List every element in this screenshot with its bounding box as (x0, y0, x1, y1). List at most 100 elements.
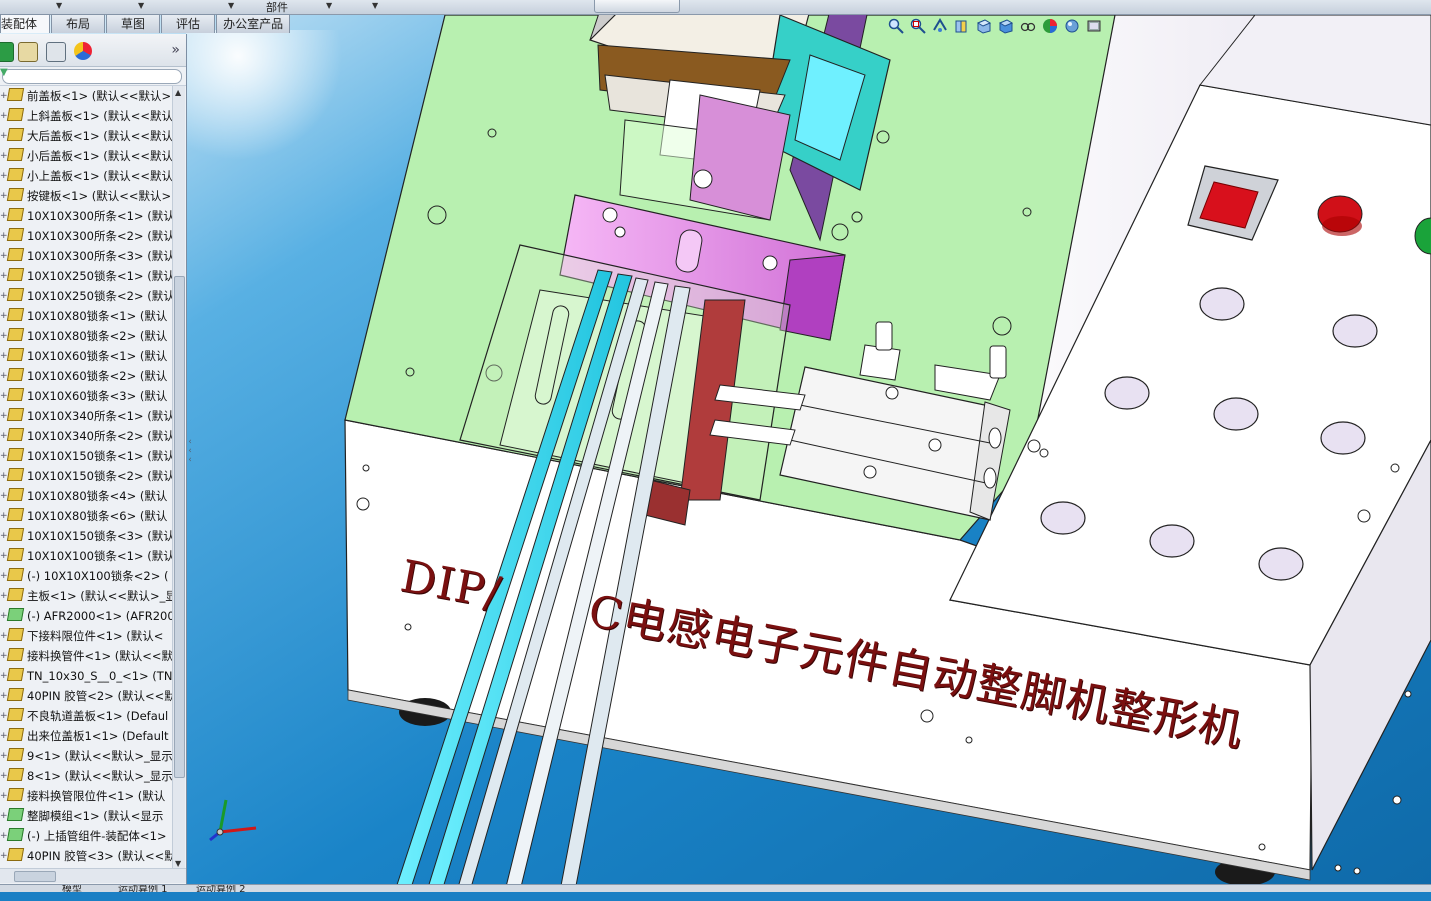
tree-item[interactable]: +10X10X60锁条<2> (默认 (0, 366, 172, 386)
tree-item[interactable]: +9<1> (默认<<默认>_显示 (0, 746, 172, 766)
tree-item[interactable]: + (-) 10X10X100锁条<2> ( (0, 566, 172, 586)
tree-item[interactable]: + (-) 上插管组件-装配体<1> (0, 826, 172, 846)
parts-menu-label[interactable]: 部件 (266, 0, 288, 15)
expand-icon[interactable]: + (0, 766, 8, 786)
tree-item[interactable]: + 下接料限位件<1> (默认< (0, 626, 172, 646)
tree-item[interactable]: +10X10X80锁条<6> (默认 (0, 506, 172, 526)
tree-item[interactable]: +10X10X250锁条<2> (默认 (0, 286, 172, 306)
display-style-icon[interactable] (998, 18, 1014, 34)
tree-item[interactable]: +10X10X340所条<1> (默认 (0, 406, 172, 426)
tree-item[interactable]: + 上斜盖板<1> (默认<<默认 (0, 106, 172, 126)
expand-icon[interactable]: + (0, 366, 8, 386)
expand-icon[interactable]: + (0, 706, 8, 726)
tree-item[interactable]: +10X10X80锁条<2> (默认 (0, 326, 172, 346)
expand-icon[interactable]: + (0, 686, 8, 706)
section-view-icon[interactable] (954, 18, 970, 34)
expand-icon[interactable]: + (0, 166, 8, 186)
scroll-thumb[interactable] (174, 276, 185, 778)
expand-icon[interactable]: + (0, 106, 8, 126)
tree-item[interactable]: +10X10X80锁条<1> (默认 (0, 306, 172, 326)
tree-item[interactable]: +40PIN 胶管<3> (默认<<默 (0, 846, 172, 866)
scroll-up-arrow-icon[interactable]: ▲ (175, 88, 181, 97)
tree-item[interactable]: + 出来位盖板1<1> (Default (0, 726, 172, 746)
expand-icon[interactable]: + (0, 306, 8, 326)
tree-item[interactable]: +10X10X150锁条<1> (默认 (0, 446, 172, 466)
tree-item[interactable]: + 前盖板<1> (默认<<默认> (0, 86, 172, 106)
panel-expand-chevron-icon[interactable]: » (171, 42, 180, 58)
expand-icon[interactable]: + (0, 346, 8, 366)
tree-item[interactable]: + 小上盖板<1> (默认<<默认 (0, 166, 172, 186)
expand-icon[interactable]: + (0, 746, 8, 766)
expand-icon[interactable]: + (0, 586, 8, 606)
tree-item[interactable]: + 主板<1> (默认<<默认>_显 (0, 586, 172, 606)
toolbar-button[interactable] (594, 0, 680, 13)
scroll-down-arrow-icon[interactable]: ▼ (175, 859, 181, 868)
expand-icon[interactable]: + (0, 226, 8, 246)
expand-icon[interactable]: + (0, 426, 8, 446)
expand-icon[interactable]: + (0, 646, 8, 666)
tree-item[interactable]: + 接料换管件<1> (默认<<默 (0, 646, 172, 666)
expand-icon[interactable]: + (0, 206, 8, 226)
dropdown-arrow-icon[interactable]: ▼ (228, 1, 234, 10)
expand-icon[interactable]: + (0, 146, 8, 166)
view-orientation-icon[interactable] (976, 18, 992, 34)
tree-item[interactable]: + 整脚模组<1> (默认<显示 (0, 806, 172, 826)
dropdown-arrow-icon[interactable]: ▼ (56, 1, 62, 10)
expand-icon[interactable]: + (0, 266, 8, 286)
dropdown-arrow-icon[interactable]: ▼ (326, 1, 332, 10)
zoom-to-fit-icon[interactable] (888, 18, 904, 34)
tree-item[interactable]: + 小后盖板<1> (默认<<默认 (0, 146, 172, 166)
tree-filter-input[interactable] (2, 69, 182, 84)
expand-icon[interactable]: + (0, 186, 8, 206)
expand-icon[interactable]: + (0, 806, 8, 826)
tree-item[interactable]: +10X10X300所条<1> (默认 (0, 206, 172, 226)
tree-item[interactable]: +10X10X60锁条<3> (默认 (0, 386, 172, 406)
expand-icon[interactable]: + (0, 86, 8, 106)
tree-item[interactable]: + 接料换管限位件<1> (默认 (0, 786, 172, 806)
configuration-manager-tab-icon[interactable] (46, 42, 66, 62)
tree-item[interactable]: + (-) AFR2000<1> (AFR200 (0, 606, 172, 626)
expand-icon[interactable]: + (0, 386, 8, 406)
expand-icon[interactable]: + (0, 126, 8, 146)
edit-appearance-icon[interactable] (1042, 18, 1058, 34)
expand-icon[interactable]: + (0, 626, 8, 646)
expand-icon[interactable]: + (0, 566, 8, 586)
expand-icon[interactable]: + (0, 826, 8, 846)
previous-view-icon[interactable] (932, 18, 948, 34)
tree-item[interactable]: +10X10X300所条<3> (默认 (0, 246, 172, 266)
tree-item[interactable]: +10X10X340所条<2> (默认 (0, 426, 172, 446)
dropdown-arrow-icon[interactable]: ▼ (372, 1, 378, 10)
tree-item[interactable]: + 不良轨道盖板<1> (Defaul (0, 706, 172, 726)
expand-icon[interactable]: + (0, 606, 8, 626)
tree-item[interactable]: +10X10X60锁条<1> (默认 (0, 346, 172, 366)
zoom-to-area-icon[interactable] (910, 18, 926, 34)
tree-horizontal-scrollbar[interactable] (0, 868, 186, 883)
expand-icon[interactable]: + (0, 406, 8, 426)
tab-layout[interactable]: 布局 (51, 14, 106, 33)
graphics-viewport[interactable] (0, 0, 1431, 891)
tree-vertical-scrollbar[interactable]: ▲ ▼ (172, 86, 185, 870)
tree-item[interactable]: +10X10X300所条<2> (默认 (0, 226, 172, 246)
expand-icon[interactable]: + (0, 726, 8, 746)
expand-icon[interactable]: + (0, 246, 8, 266)
expand-icon[interactable]: + (0, 446, 8, 466)
dropdown-arrow-icon[interactable]: ▼ (138, 1, 144, 10)
tree-item[interactable]: + 大后盖板<1> (默认<<默认 (0, 126, 172, 146)
hide-show-items-icon[interactable] (1020, 18, 1036, 34)
tree-item[interactable]: + 按键板<1> (默认<<默认> (0, 186, 172, 206)
expand-icon[interactable]: + (0, 546, 8, 566)
tree-item[interactable]: +10X10X100锁条<1> (默认 (0, 546, 172, 566)
tree-item[interactable]: +8<1> (默认<<默认>_显示 (0, 766, 172, 786)
view-settings-icon[interactable] (1086, 18, 1102, 34)
tree-item[interactable]: +10X10X250锁条<1> (默认 (0, 266, 172, 286)
tree-item[interactable]: +10X10X150锁条<2> (默认 (0, 466, 172, 486)
property-manager-tab-icon[interactable] (18, 42, 38, 62)
expand-icon[interactable]: + (0, 326, 8, 346)
scroll-thumb[interactable] (14, 871, 56, 882)
tab-evaluate[interactable]: 评估 (161, 14, 216, 33)
tree-item[interactable]: +10X10X80锁条<4> (默认 (0, 486, 172, 506)
expand-icon[interactable]: + (0, 466, 8, 486)
expand-icon[interactable]: + (0, 846, 8, 866)
expand-icon[interactable]: + (0, 286, 8, 306)
expand-icon[interactable]: + (0, 666, 8, 686)
